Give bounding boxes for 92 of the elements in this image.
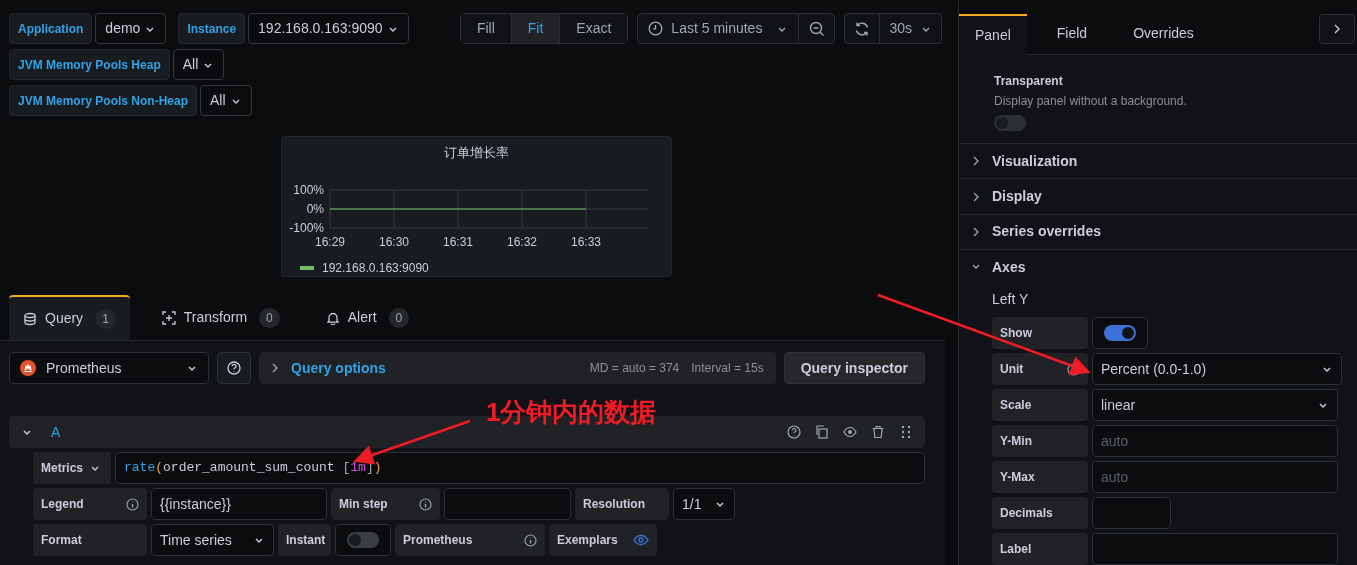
transform-icon: [161, 310, 176, 325]
variable-label: Application: [9, 13, 93, 44]
text-input-field[interactable]: auto: [1092, 461, 1338, 493]
options-tab[interactable]: Panel: [959, 14, 1027, 55]
eye-icon[interactable]: [633, 533, 649, 547]
datasource-picker[interactable]: Prometheus: [9, 352, 209, 384]
text-input-field[interactable]: [1092, 497, 1171, 529]
copy-icon[interactable]: [815, 425, 829, 439]
clock-icon: [648, 21, 664, 36]
variable-dropdown[interactable]: All: [200, 85, 252, 116]
y-tick-label: -100%: [289, 220, 324, 235]
options-section-header[interactable]: Axes: [959, 249, 1357, 285]
option-description: Display panel without a background.: [994, 93, 1188, 110]
variable-label: Instance: [178, 13, 246, 44]
drag-handle-icon[interactable]: [899, 425, 913, 439]
y-tick-label: 0%: [306, 201, 324, 216]
chevron-right-icon: [972, 191, 980, 202]
field-label: Legend: [41, 496, 84, 513]
options-section-header[interactable]: Display: [959, 179, 1357, 215]
x-tick-label: 16:30: [379, 234, 409, 249]
axis-subtitle: Left Y: [992, 289, 1030, 309]
max-data-points-text: MD = auto = 374: [589, 360, 680, 377]
field-label: Unit: [1000, 361, 1024, 378]
query-tab[interactable]: Query 1: [9, 295, 130, 340]
toggle-switch[interactable]: [1104, 325, 1136, 341]
field-label: Resolution: [583, 496, 645, 513]
toggle-switch[interactable]: [347, 532, 379, 548]
x-tick-label: 16:32: [507, 234, 537, 249]
query-options-label[interactable]: Query options: [291, 357, 578, 379]
count-badge: 0: [259, 307, 280, 328]
trash-icon[interactable]: [871, 425, 885, 439]
variable-dropdown[interactable]: All: [172, 49, 225, 80]
database-icon: [23, 311, 37, 326]
select-dropdown[interactable]: Percent (0.0-1.0): [1092, 353, 1342, 385]
field-label: Format: [41, 532, 82, 549]
bell-icon: [325, 310, 340, 325]
metrics-dropdown[interactable]: Metrics: [33, 452, 111, 484]
chevron-right-icon: [271, 363, 279, 373]
text-input-field[interactable]: [1092, 533, 1338, 565]
select-dropdown[interactable]: 1/1: [673, 488, 735, 520]
select-dropdown[interactable]: Time series: [151, 524, 274, 556]
field-label: Decimals: [1000, 505, 1053, 522]
text-input-field[interactable]: [444, 488, 571, 520]
field-label: Exemplars: [557, 532, 618, 549]
chevron-right-icon: [1333, 24, 1341, 34]
text-input-field[interactable]: auto: [1092, 425, 1338, 457]
option-title: Transparent: [994, 73, 1064, 90]
toggle-switch[interactable]: [994, 115, 1026, 131]
legend-label[interactable]: 192.168.0.163:9090: [322, 258, 429, 277]
chevron-right-icon: [972, 156, 980, 167]
refresh-icon: [854, 20, 871, 37]
options-tab[interactable]: Field: [1040, 13, 1104, 54]
zoom-mode-button[interactable]: Fit: [510, 14, 560, 43]
x-tick-label: 16:33: [571, 234, 601, 249]
count-badge: 1: [95, 308, 116, 329]
help-button[interactable]: [217, 352, 251, 384]
variable-label: JVM Memory Pools Heap: [9, 49, 170, 80]
field-label: Instant: [286, 532, 326, 549]
field-label: Min step: [339, 496, 388, 513]
x-tick-label: 16:31: [443, 234, 473, 249]
field-label: Y-Max: [1000, 469, 1035, 486]
field-label: Y-Min: [1000, 433, 1032, 450]
help-icon[interactable]: [787, 425, 801, 439]
zoom-mode-button[interactable]: Exact: [559, 14, 628, 43]
field-label: Prometheus: [403, 532, 473, 549]
variable-label: JVM Memory Pools Non-Heap: [9, 85, 198, 116]
text-input-field[interactable]: {{instance}}: [151, 488, 327, 520]
options-tab[interactable]: Overrides: [1117, 13, 1210, 54]
query-inspector-button[interactable]: Query inspector: [783, 352, 925, 384]
help-icon: [227, 361, 241, 375]
zoom-out-icon: [808, 20, 825, 37]
field-label: Label: [1000, 541, 1032, 558]
zoom-mode-button[interactable]: Fill: [460, 14, 511, 43]
options-section-header[interactable]: Series overrides: [959, 214, 1357, 250]
field-label: Show: [1000, 325, 1032, 342]
query-options-bar[interactable]: Query options MD = auto = 374 Interval = 15s: [259, 352, 776, 384]
select-dropdown[interactable]: linear: [1092, 389, 1338, 421]
eye-icon[interactable]: [843, 425, 857, 439]
variable-dropdown[interactable]: 192.168.0.163:9090: [248, 13, 409, 44]
variable-dropdown[interactable]: demo: [95, 13, 167, 44]
panel-title: 订单增长率: [444, 144, 509, 162]
chevron-right-icon: [972, 226, 980, 237]
x-tick-label: 16:29: [315, 234, 345, 249]
interval-text: Interval = 15s: [691, 360, 764, 377]
query-tab[interactable]: Alert 0: [311, 295, 424, 340]
field-label: Scale: [1000, 397, 1032, 414]
count-badge: 0: [388, 307, 410, 328]
options-section-header[interactable]: Visualization: [959, 144, 1357, 180]
query-tab[interactable]: Transform 0: [147, 295, 294, 340]
query-ref-id: A: [51, 422, 62, 442]
y-tick-label: 100%: [293, 182, 324, 197]
prometheus-logo-icon: [20, 360, 36, 376]
